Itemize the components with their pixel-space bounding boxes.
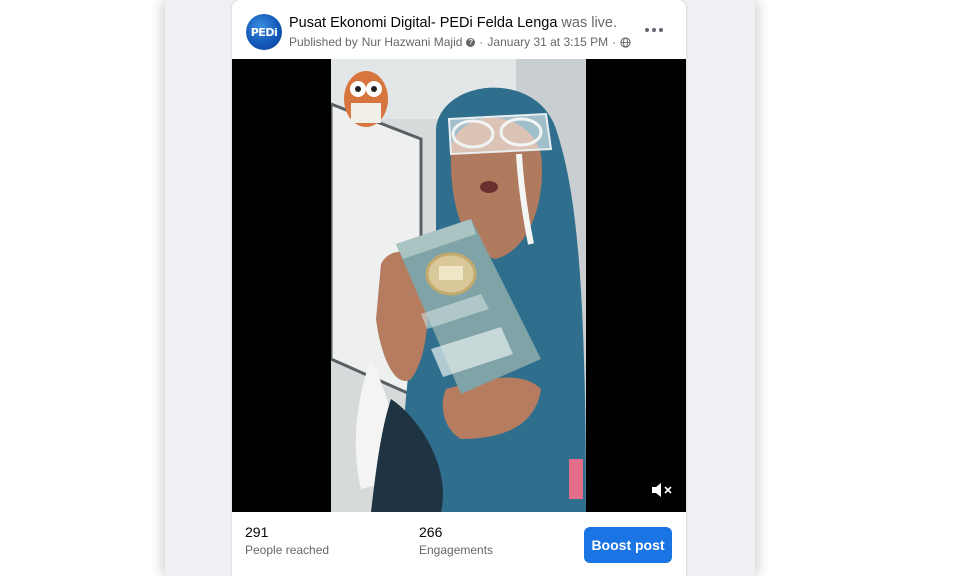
page-name-link[interactable]: Pusat Ekonomi Digital- PEDi Felda Lenga bbox=[289, 15, 557, 31]
post-header: PEDi Pusat Ekonomi Digital- PEDi Felda L… bbox=[232, 0, 686, 58]
page-avatar[interactable]: PEDi bbox=[246, 14, 282, 50]
video-scene-image bbox=[331, 59, 586, 512]
post-header-text: Pusat Ekonomi Digital- PEDi Felda Lenga … bbox=[289, 15, 639, 49]
post-date-link[interactable]: January 31 at 3:15 PM bbox=[487, 35, 608, 49]
avatar-logo: PEDi bbox=[250, 25, 278, 39]
globe-icon[interactable] bbox=[620, 36, 631, 48]
engagements-value: 266 bbox=[419, 524, 443, 540]
post-insights: 291 People reached 266 Engagements Boost… bbox=[232, 512, 686, 576]
more-dots-icon bbox=[645, 28, 649, 32]
meta-separator: · bbox=[479, 35, 484, 49]
post-title-line: Pusat Ekonomi Digital- PEDi Felda Lenga … bbox=[289, 15, 639, 31]
owl-sticker-image bbox=[344, 71, 388, 127]
live-status-text: was live. bbox=[561, 15, 618, 31]
volume-muted-icon[interactable] bbox=[650, 480, 674, 500]
people-reached-value: 291 bbox=[245, 524, 269, 540]
live-video-player[interactable] bbox=[232, 59, 686, 512]
engagements-label: Engagements bbox=[419, 543, 494, 557]
people-reached-stat[interactable]: 291 People reached bbox=[245, 524, 329, 557]
people-reached-label: People reached bbox=[245, 543, 330, 557]
more-options-button[interactable] bbox=[640, 18, 668, 42]
meta-separator: · bbox=[612, 35, 617, 49]
boost-post-button[interactable]: Boost post bbox=[584, 527, 672, 563]
more-dots-icon bbox=[652, 28, 656, 32]
video-frame bbox=[331, 59, 586, 512]
published-prefix: Published by bbox=[289, 35, 358, 49]
more-dots-icon bbox=[659, 28, 663, 32]
post-card: PEDi Pusat Ekonomi Digital- PEDi Felda L… bbox=[232, 0, 686, 576]
engagements-stat[interactable]: 266 Engagements bbox=[419, 524, 493, 557]
post-meta: Published by Nur Hazwani Majid ? · Janua… bbox=[289, 35, 639, 49]
author-name[interactable]: Nur Hazwani Majid bbox=[362, 35, 463, 49]
question-icon[interactable]: ? bbox=[466, 37, 476, 47]
